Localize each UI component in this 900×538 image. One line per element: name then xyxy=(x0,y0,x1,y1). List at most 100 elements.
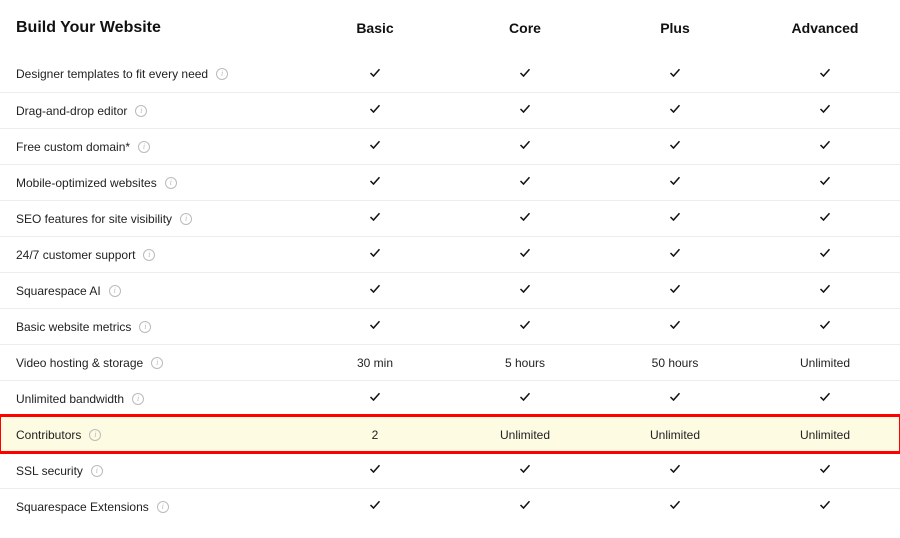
feature-cell: Unlimited xyxy=(750,356,900,370)
pricing-feature-table: Build Your Website Basic Core Plus Advan… xyxy=(0,0,900,524)
feature-cell xyxy=(300,247,450,262)
feature-label-text: Free custom domain* xyxy=(16,140,130,154)
check-icon xyxy=(369,319,381,331)
feature-label-text: SEO features for site visibility xyxy=(16,212,172,226)
feature-cell xyxy=(600,283,750,298)
info-icon[interactable]: i xyxy=(139,321,151,333)
feature-cell xyxy=(750,283,900,298)
table-row: Squarespace Extensionsi xyxy=(0,488,900,524)
feature-cell xyxy=(450,103,600,118)
feature-label: Unlimited bandwidthi xyxy=(0,392,300,406)
feature-cell xyxy=(450,175,600,190)
check-icon xyxy=(819,247,831,259)
feature-cell: 5 hours xyxy=(450,356,600,370)
feature-label-text: 24/7 customer support xyxy=(16,248,135,262)
feature-cell xyxy=(600,175,750,190)
check-icon xyxy=(519,211,531,223)
feature-cell xyxy=(750,67,900,82)
info-icon[interactable]: i xyxy=(135,105,147,117)
info-icon[interactable]: i xyxy=(216,68,228,80)
check-icon xyxy=(669,499,681,511)
feature-label-text: Contributors xyxy=(16,428,81,442)
plan-header-basic: Basic xyxy=(300,20,450,36)
check-icon xyxy=(369,67,381,79)
feature-label: Designer templates to fit every need i xyxy=(0,67,300,81)
feature-label: Basic website metrics i xyxy=(0,320,300,334)
feature-label: Free custom domain* i xyxy=(0,140,300,154)
feature-cell xyxy=(600,391,750,406)
check-icon xyxy=(369,283,381,295)
feature-cell xyxy=(300,283,450,298)
info-icon[interactable]: i xyxy=(143,249,155,261)
info-icon[interactable]: i xyxy=(138,141,150,153)
feature-cell xyxy=(600,139,750,154)
info-icon[interactable]: i xyxy=(180,213,192,225)
table-row: Designer templates to fit every need i xyxy=(0,56,900,92)
check-icon xyxy=(519,247,531,259)
feature-cell xyxy=(600,499,750,514)
info-icon[interactable]: i xyxy=(151,357,163,369)
feature-cell xyxy=(300,139,450,154)
check-icon xyxy=(819,499,831,511)
table-row: Basic website metrics i xyxy=(0,308,900,344)
feature-cell xyxy=(750,247,900,262)
info-icon[interactable]: i xyxy=(157,501,169,513)
cell-value: 5 hours xyxy=(505,356,545,370)
check-icon xyxy=(669,391,681,403)
plan-header-core: Core xyxy=(450,20,600,36)
feature-cell xyxy=(450,391,600,406)
feature-cell xyxy=(300,319,450,334)
feature-cell: Unlimited xyxy=(750,428,900,442)
feature-cell xyxy=(300,67,450,82)
cell-value: 2 xyxy=(372,428,379,442)
check-icon xyxy=(519,103,531,115)
feature-cell: 50 hours xyxy=(600,356,750,370)
table-row: Squarespace AI i xyxy=(0,272,900,308)
check-icon xyxy=(819,283,831,295)
feature-cell: 2 xyxy=(300,428,450,442)
feature-cell xyxy=(750,175,900,190)
check-icon xyxy=(669,247,681,259)
plan-header-advanced: Advanced xyxy=(750,20,900,36)
check-icon xyxy=(369,247,381,259)
feature-label-text: Basic website metrics xyxy=(16,320,131,334)
check-icon xyxy=(669,67,681,79)
check-icon xyxy=(519,67,531,79)
table-row: Unlimited bandwidthi xyxy=(0,380,900,416)
info-icon[interactable]: i xyxy=(109,285,121,297)
check-icon xyxy=(369,103,381,115)
feature-cell xyxy=(450,247,600,262)
feature-cell xyxy=(750,499,900,514)
feature-cell: 30 min xyxy=(300,356,450,370)
feature-cell xyxy=(450,319,600,334)
cell-value: Unlimited xyxy=(650,428,700,442)
feature-cell xyxy=(300,103,450,118)
feature-cell xyxy=(300,211,450,226)
check-icon xyxy=(669,103,681,115)
table-header-row: Build Your Website Basic Core Plus Advan… xyxy=(0,0,900,56)
info-icon[interactable]: i xyxy=(165,177,177,189)
feature-cell xyxy=(450,463,600,478)
check-icon xyxy=(669,463,681,475)
check-icon xyxy=(669,175,681,187)
check-icon xyxy=(369,391,381,403)
feature-cell xyxy=(750,463,900,478)
cell-value: 30 min xyxy=(357,356,393,370)
section-title: Build Your Website xyxy=(0,19,300,37)
check-icon xyxy=(669,319,681,331)
info-icon[interactable]: i xyxy=(91,465,103,477)
check-icon xyxy=(819,211,831,223)
info-icon[interactable]: i xyxy=(132,393,144,405)
check-icon xyxy=(819,67,831,79)
check-icon xyxy=(819,463,831,475)
feature-label: Drag-and-drop editori xyxy=(0,104,300,118)
table-row: SSL securityi xyxy=(0,452,900,488)
info-icon[interactable]: i xyxy=(89,429,101,441)
feature-label-text: Designer templates to fit every need xyxy=(16,67,208,81)
check-icon xyxy=(519,499,531,511)
feature-label-text: Squarespace AI xyxy=(16,284,101,298)
cell-value: Unlimited xyxy=(800,356,850,370)
feature-label: Video hosting & storagei xyxy=(0,356,300,370)
feature-cell xyxy=(300,175,450,190)
feature-cell xyxy=(450,283,600,298)
